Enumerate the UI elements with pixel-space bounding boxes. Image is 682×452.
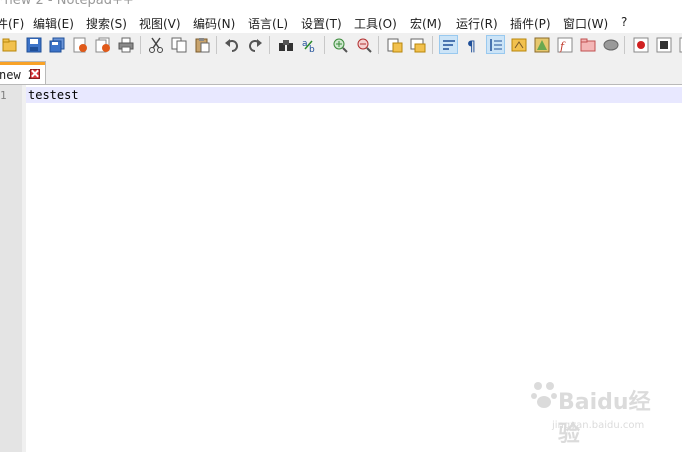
- function-list-icon[interactable]: f: [555, 35, 574, 54]
- menu-tools[interactable]: 工具(O): [354, 15, 397, 32]
- sync-horizontal-scroll-icon[interactable]: [408, 35, 427, 54]
- menu-language[interactable]: 语言(L): [248, 15, 288, 32]
- document-map-icon[interactable]: [532, 35, 551, 54]
- save-icon[interactable]: [24, 35, 43, 54]
- zoom-out-icon[interactable]: [354, 35, 373, 54]
- open-file-icon[interactable]: [0, 35, 19, 54]
- close-tab-icon[interactable]: [30, 69, 40, 79]
- replace-icon[interactable]: ab: [300, 35, 319, 54]
- indent-guide-icon[interactable]: [486, 35, 505, 54]
- paw-icon: [531, 382, 557, 408]
- menu-window[interactable]: 窗口(W): [563, 15, 608, 32]
- word-wrap-icon[interactable]: [439, 35, 458, 54]
- window-title: *new 2 - Notepad++: [0, 0, 134, 8]
- active-tab-indicator: [0, 62, 45, 65]
- close-all-icon[interactable]: [93, 35, 112, 54]
- menu-settings[interactable]: 设置(T): [301, 15, 342, 32]
- tab-new-2[interactable]: new 2: [0, 61, 46, 84]
- sync-vertical-scroll-icon[interactable]: [385, 35, 404, 54]
- paste-icon[interactable]: [192, 35, 211, 54]
- menu-edit[interactable]: 编辑(E): [33, 15, 74, 32]
- line-number: 1: [0, 89, 7, 102]
- save-all-icon[interactable]: [47, 35, 66, 54]
- tab-bar: new 2: [0, 57, 682, 85]
- folder-as-workspace-icon[interactable]: [578, 35, 597, 54]
- print-icon[interactable]: [116, 35, 135, 54]
- monitoring-icon[interactable]: [601, 35, 620, 54]
- playback-macro-icon[interactable]: [677, 35, 682, 54]
- menu-help[interactable]: ?: [621, 15, 627, 29]
- zoom-in-icon[interactable]: [330, 35, 349, 54]
- menu-search[interactable]: 搜索(S): [86, 15, 127, 32]
- find-icon[interactable]: [276, 35, 295, 54]
- menu-plugins[interactable]: 插件(P): [510, 15, 551, 32]
- stop-recording-icon[interactable]: [654, 35, 673, 54]
- watermark-logo: Baidu经验 jingyan.baidu.com: [530, 378, 670, 447]
- svg-text:¶: ¶: [467, 39, 476, 53]
- menu-file[interactable]: 文件(F): [0, 15, 24, 32]
- menu-macro[interactable]: 宏(M): [410, 15, 442, 32]
- watermark-url: jingyan.baidu.com: [552, 420, 645, 431]
- current-line-highlight: [26, 87, 682, 103]
- menu-view[interactable]: 视图(V): [139, 15, 181, 32]
- code-line: testest: [28, 88, 79, 102]
- show-all-characters-icon[interactable]: ¶: [462, 35, 481, 54]
- watermark-text: Baidu经验: [558, 390, 651, 447]
- toolbar: ab ¶ f: [0, 33, 682, 58]
- menu-encoding[interactable]: 编码(N): [193, 15, 235, 32]
- title-bar: *new 2 - Notepad++: [0, 0, 682, 12]
- undo-icon[interactable]: [222, 35, 241, 54]
- svg-text:b: b: [309, 45, 315, 53]
- user-defined-language-icon[interactable]: [509, 35, 528, 54]
- menu-bar: 文件(F) 编辑(E) 搜索(S) 视图(V) 编码(N) 语言(L) 设置(T…: [0, 12, 682, 33]
- menu-run[interactable]: 运行(R): [456, 15, 498, 32]
- close-file-icon[interactable]: [70, 35, 89, 54]
- redo-icon[interactable]: [245, 35, 264, 54]
- copy-icon[interactable]: [169, 35, 188, 54]
- record-macro-icon[interactable]: [631, 35, 650, 54]
- cut-icon[interactable]: [146, 35, 165, 54]
